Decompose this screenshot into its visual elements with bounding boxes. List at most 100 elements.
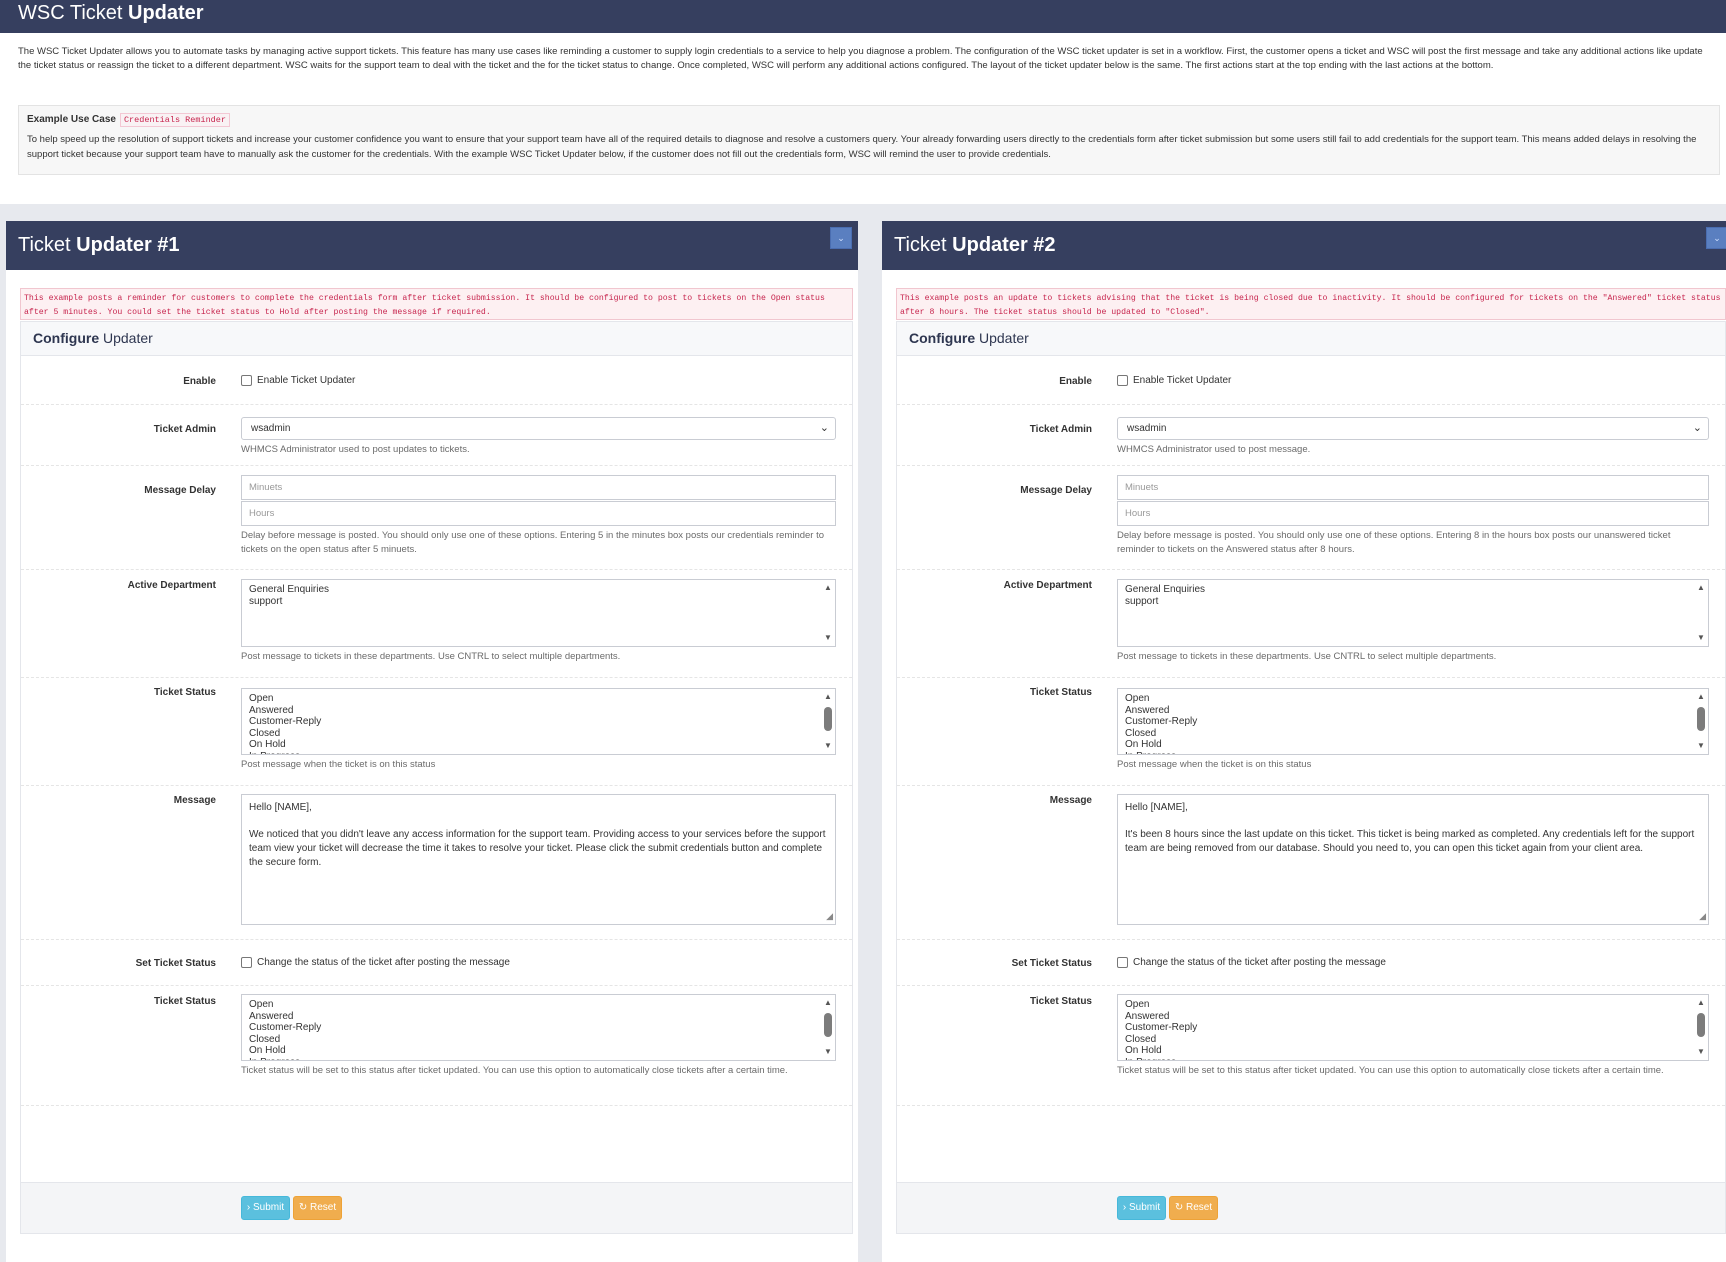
scroll-down-icon[interactable]: ▼ — [1696, 1047, 1706, 1057]
list-option[interactable]: Open — [249, 999, 828, 1011]
scroll-up-icon[interactable]: ▲ — [823, 583, 833, 593]
enable-checkbox[interactable] — [241, 375, 252, 386]
scrollbar-thumb[interactable] — [1697, 707, 1705, 731]
list-option[interactable]: Answered — [249, 705, 828, 717]
ticket-status-multiselect[interactable]: OpenAnsweredCustomer-ReplyClosedOn HoldI… — [241, 688, 836, 755]
scroll-down-icon[interactable]: ▼ — [823, 1047, 833, 1057]
list-option[interactable]: On Hold — [1125, 739, 1701, 751]
message-textarea[interactable]: Hello [NAME], It's been 8 hours since the… — [1117, 794, 1709, 925]
ticket-status-after-multiselect[interactable]: OpenAnsweredCustomer-ReplyClosedOn HoldI… — [241, 994, 836, 1061]
set-ticket-status-row: Set Ticket Status Change the status of t… — [897, 939, 1725, 986]
submit-button[interactable]: › Submit — [1117, 1196, 1166, 1220]
ticket-status-row: Ticket Status Open Answered Customer-Reply… — [21, 677, 852, 786]
scroll-down-icon[interactable]: ▼ — [1696, 741, 1706, 751]
reset-button[interactable]: ↻ Reset — [1169, 1196, 1218, 1220]
list-option[interactable]: Answered — [1125, 705, 1701, 717]
list-option[interactable]: Open — [1125, 693, 1701, 705]
chevron-down-icon[interactable]: ⌄ — [830, 227, 852, 249]
resize-grip-icon[interactable]: ◢ — [1699, 909, 1706, 923]
config-heading-light: Updater — [103, 330, 153, 346]
minutes-input[interactable]: Minuets — [1117, 475, 1709, 500]
example-use-case: Example Use Case Credentials Reminder To … — [18, 105, 1720, 175]
ticket-status-after-help: Ticket status will be set to this status… — [1117, 1065, 1664, 1076]
set-status-checkbox[interactable] — [1117, 957, 1128, 968]
scrollbar[interactable]: ▲ ▼ — [1696, 997, 1706, 1058]
list-option[interactable]: In Progress — [249, 751, 828, 755]
example-tag: Credentials Reminder — [119, 113, 230, 127]
enable-checkbox-label[interactable]: Enable Ticket Updater — [257, 375, 355, 386]
list-option[interactable]: General Enquiries — [1125, 584, 1701, 596]
active-department-label: Active Department — [1003, 580, 1092, 591]
list-option[interactable]: Closed — [249, 1034, 828, 1046]
scrollbar[interactable]: ▲ ▼ — [1696, 691, 1706, 752]
list-option[interactable]: Customer-Reply — [249, 716, 828, 728]
department-multiselect[interactable]: General Enquiries support ▲ ▼ — [1117, 579, 1709, 647]
config-heading-light: Updater — [979, 330, 1029, 346]
list-option[interactable]: Closed — [249, 728, 828, 740]
department-multiselect[interactable]: General Enquiries support ▲ ▼ — [241, 579, 836, 647]
list-option[interactable]: Answered — [1125, 1011, 1701, 1023]
scrollbar-thumb[interactable] — [824, 1013, 832, 1037]
list-option[interactable]: General Enquiries — [249, 584, 828, 596]
hours-input[interactable]: Hours — [1117, 501, 1709, 526]
hours-input[interactable]: Hours — [241, 501, 836, 526]
list-option[interactable]: Customer-Reply — [1125, 1022, 1701, 1034]
scrollbar[interactable]: ▲ ▼ — [1696, 582, 1706, 644]
scroll-up-icon[interactable]: ▲ — [1696, 998, 1706, 1008]
set-status-checkbox-label[interactable]: Change the status of the ticket after po… — [257, 957, 510, 968]
list-option[interactable]: Closed — [1125, 1034, 1701, 1046]
list-option[interactable]: In Progress — [1125, 751, 1701, 755]
scroll-down-icon[interactable]: ▼ — [823, 741, 833, 751]
scrollbar-thumb[interactable] — [824, 707, 832, 731]
ticket-admin-label: Ticket Admin — [1029, 424, 1092, 435]
scrollbar[interactable]: ▲ ▼ — [823, 997, 833, 1058]
ticket-status-multiselect[interactable]: OpenAnsweredCustomer-ReplyClosedOn HoldI… — [1117, 688, 1709, 755]
scroll-down-icon[interactable]: ▼ — [1696, 633, 1706, 643]
scrollbar[interactable]: ▲ ▼ — [823, 691, 833, 752]
list-option[interactable]: On Hold — [249, 1045, 828, 1057]
set-status-checkbox-label[interactable]: Change the status of the ticket after po… — [1133, 957, 1386, 968]
ticket-status-after-multiselect[interactable]: OpenAnsweredCustomer-ReplyClosedOn HoldI… — [1117, 994, 1709, 1061]
ticket-status-after-help: Ticket status will be set to this status… — [241, 1065, 788, 1076]
ticket-admin-select[interactable]: wsadmin ⌄ — [1117, 417, 1709, 440]
ticket-status-label: Ticket Status — [1029, 687, 1092, 698]
ticket-admin-select[interactable]: wsadmin ⌄ — [241, 417, 836, 440]
message-delay-row: Message Delay Minuets Hours Delay before… — [21, 465, 852, 570]
enable-checkbox[interactable] — [1117, 375, 1128, 386]
list-option[interactable]: support — [1125, 596, 1701, 608]
ticket-updater-panel-2: Ticket Updater #2 ⌄ This example posts a… — [882, 221, 1726, 1262]
message-delay-label: Message Delay — [144, 485, 216, 496]
reset-button[interactable]: ↻ Reset — [293, 1196, 342, 1220]
list-option[interactable]: Closed — [1125, 728, 1701, 740]
minutes-input[interactable]: Minuets — [241, 475, 836, 500]
list-option[interactable]: support — [249, 596, 828, 608]
list-option[interactable]: Open — [1125, 999, 1701, 1011]
chevron-down-icon[interactable]: ⌄ — [1706, 227, 1726, 249]
enable-checkbox-label[interactable]: Enable Ticket Updater — [1133, 375, 1231, 386]
message-paragraph: It's been 8 hours since the last update … — [1125, 829, 1695, 854]
scroll-up-icon[interactable]: ▲ — [1696, 692, 1706, 702]
submit-button[interactable]: › Submit — [241, 1196, 290, 1220]
scrollbar-thumb[interactable] — [1697, 1013, 1705, 1037]
list-option[interactable]: In Progress — [249, 1057, 828, 1061]
active-department-control: General Enquiries support ▲ ▼ Post message… — [241, 579, 836, 664]
form-footer: › Submit ↻ Reset — [897, 1182, 1725, 1233]
configure-updater-heading: Configure Updater — [21, 322, 852, 356]
list-option[interactable]: In Progress — [1125, 1057, 1701, 1061]
list-option[interactable]: On Hold — [249, 739, 828, 751]
scrollbar[interactable]: ▲ ▼ — [823, 582, 833, 644]
message-textarea[interactable]: Hello [NAME], We noticed that you didn't … — [241, 794, 836, 925]
list-option[interactable]: Answered — [249, 1011, 828, 1023]
ticket-admin-value: wsadmin — [1127, 423, 1167, 434]
scroll-up-icon[interactable]: ▲ — [823, 998, 833, 1008]
active-department-control: General Enquiries support ▲ ▼ Post message… — [1117, 579, 1709, 664]
list-option[interactable]: Customer-Reply — [1125, 716, 1701, 728]
set-status-checkbox[interactable] — [241, 957, 252, 968]
scroll-up-icon[interactable]: ▲ — [1696, 583, 1706, 593]
list-option[interactable]: Customer-Reply — [249, 1022, 828, 1034]
scroll-down-icon[interactable]: ▼ — [823, 633, 833, 643]
resize-grip-icon[interactable]: ◢ — [826, 909, 833, 923]
list-option[interactable]: On Hold — [1125, 1045, 1701, 1057]
scroll-up-icon[interactable]: ▲ — [823, 692, 833, 702]
list-option[interactable]: Open — [249, 693, 828, 705]
